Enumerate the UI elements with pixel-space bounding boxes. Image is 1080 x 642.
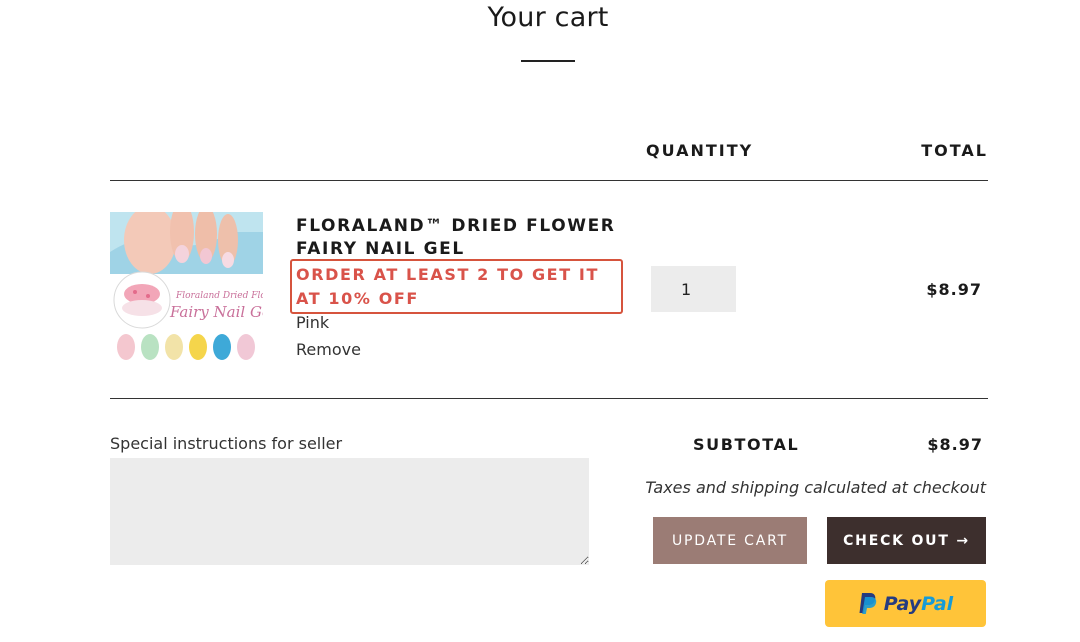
total-column-header: TOTAL xyxy=(921,141,988,160)
promo-text: ORDER AT LEAST 2 TO GET IT AT 10% OFF xyxy=(296,265,599,308)
title-underline xyxy=(521,60,575,62)
subtotal-value: $8.97 xyxy=(927,435,983,454)
paypal-word-pal: Pal xyxy=(921,592,954,615)
checkout-button[interactable]: CHECK OUT → xyxy=(827,517,986,564)
product-image-brand-text: Floraland Dried Flower xyxy=(175,291,263,301)
product-image[interactable]: Floraland Dried Flower Fairy Nail Gel xyxy=(110,212,263,364)
quantity-input[interactable] xyxy=(651,266,736,312)
product-photo-icon: Floraland Dried Flower Fairy Nail Gel xyxy=(110,212,263,364)
update-cart-button[interactable]: UPDATE CART xyxy=(653,517,807,564)
quantity-column-header: QUANTITY xyxy=(646,141,754,160)
table-top-divider xyxy=(110,180,988,181)
paypal-wordmark: PayPal xyxy=(884,593,953,615)
product-image-name-text: Fairy Nail Gel xyxy=(169,303,263,321)
line-item-total: $8.97 xyxy=(926,280,982,299)
table-bottom-divider xyxy=(110,398,988,399)
remove-link[interactable]: Remove xyxy=(296,340,361,359)
special-instructions-label: Special instructions for seller xyxy=(110,434,343,453)
page-title: Your cart xyxy=(487,2,609,33)
variant-label: Pink xyxy=(296,313,330,332)
paypal-word-pay: Pay xyxy=(883,592,922,615)
tax-shipping-note: Taxes and shipping calculated at checkou… xyxy=(645,478,986,497)
product-title-link[interactable]: FLORALAND™ DRIED FLOWER FAIRY NAIL GEL xyxy=(296,215,626,261)
special-instructions-textarea[interactable] xyxy=(110,458,589,565)
paypal-button[interactable]: PayPal xyxy=(825,580,986,627)
paypal-logo-icon xyxy=(859,593,877,614)
subtotal-label: SUBTOTAL xyxy=(693,435,800,454)
